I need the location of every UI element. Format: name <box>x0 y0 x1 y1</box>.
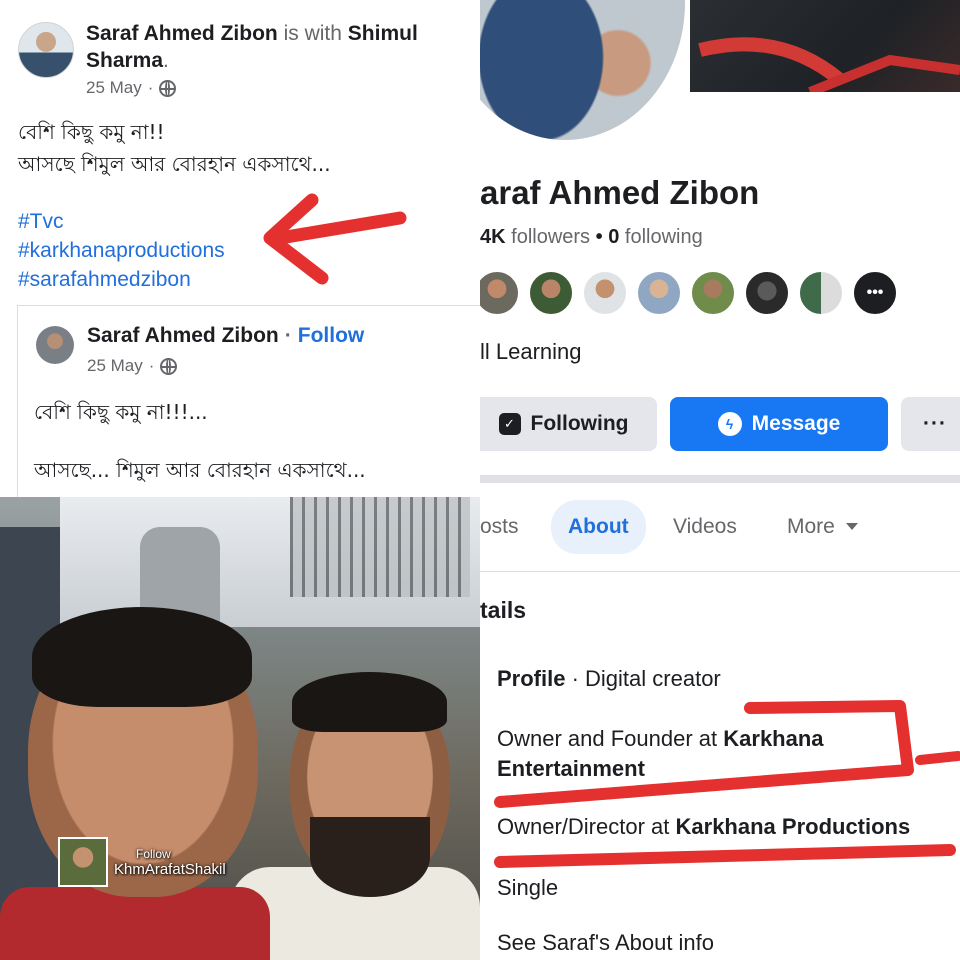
details-heading: tails <box>480 597 527 623</box>
tabs-underline <box>480 571 960 572</box>
header-period: . <box>163 49 169 72</box>
following-check-icon: ✓ <box>498 413 521 435</box>
followers-count: 4K <box>480 226 506 248</box>
following-label: following <box>624 226 703 248</box>
post-body: বেশি কিছু কমু না!! আসছে শিমুল আর বোরহান … <box>18 116 331 180</box>
shared-header-dot: · <box>284 324 292 347</box>
followers-dot: • <box>595 226 603 248</box>
follow-link[interactable]: Follow <box>298 324 365 347</box>
shared-post-card[interactable]: Saraf Ahmed Zibon · Follow 25 May · বেশি ক… <box>17 305 480 497</box>
post-date-text: 25 May <box>86 78 142 97</box>
friend-avatar[interactable] <box>636 270 682 316</box>
friend-avatar[interactable] <box>528 270 574 316</box>
shared-author-name[interactable]: Saraf Ahmed Zibon <box>87 324 279 347</box>
friend-avatar[interactable] <box>744 270 790 316</box>
photo-person-left-shirt <box>0 887 270 960</box>
hashtag-list: #Tvc #karkhanaproductions #sarafahmedzib… <box>18 207 225 294</box>
photo-person-left-hair <box>32 607 252 707</box>
tab-posts[interactable]: osts <box>480 500 519 554</box>
shared-text-line2: আসছে... শিমুল আর বোরহান একসাথে... <box>34 458 366 482</box>
selfie-photo: Follow KhmArafatShakil <box>0 497 480 960</box>
watermark-avatar <box>58 837 108 887</box>
cover-decoration <box>698 37 960 92</box>
followers-summary[interactable]: 4K followers • 0 following <box>480 226 703 249</box>
post-date[interactable]: 25 May · <box>86 78 177 98</box>
watermark-name: KhmArafatShakil <box>114 860 226 878</box>
post-text-line1: বেশি কিছু কমু না!! <box>18 120 165 144</box>
tab-about[interactable]: About <box>551 500 646 554</box>
detail-profile-value: · Digital creator <box>571 666 721 691</box>
following-count: 0 <box>608 226 620 248</box>
photo-fence <box>290 497 470 597</box>
message-button[interactable]: ϟ Message <box>670 397 888 451</box>
annotation-underline-icon <box>494 700 960 868</box>
profile-name: araf Ahmed Zibon <box>480 174 760 211</box>
messenger-icon: ϟ <box>717 412 742 436</box>
watermark-text: Follow KhmArafatShakil <box>114 847 226 878</box>
friend-avatar[interactable] <box>798 270 844 316</box>
profile-panel: araf Ahmed Zibon 4K followers • 0 follow… <box>480 0 960 960</box>
post-panel: Saraf Ahmed Zibon is with Shimul Sharma.… <box>0 0 480 497</box>
more-friends-button[interactable]: ••• <box>852 270 898 316</box>
tagged-name-second[interactable]: Sharma <box>86 49 163 72</box>
watermark-follow: Follow <box>136 846 171 861</box>
post-text-line2: আসছে শিমুল আর বোরহান একসাথে... <box>18 152 331 176</box>
followers-label: followers <box>511 226 591 248</box>
tab-more-label: More <box>787 515 835 538</box>
profile-tabs: osts About Videos More <box>480 500 960 556</box>
author-avatar[interactable] <box>18 22 74 78</box>
following-button-label: Following <box>530 412 629 435</box>
hashtag-link[interactable]: #karkhanaproductions <box>18 236 225 265</box>
watermark: Follow KhmArafatShakil <box>58 837 226 887</box>
shared-author-avatar[interactable] <box>36 326 74 364</box>
with-text: is with <box>283 22 342 45</box>
shared-post-date[interactable]: 25 May · <box>87 356 178 376</box>
more-options-button[interactable]: ··· <box>901 397 960 451</box>
section-divider <box>480 475 960 483</box>
hashtag-link[interactable]: #Tvc <box>18 207 225 236</box>
mutual-friends-row: ••• <box>480 270 898 316</box>
globe-icon <box>160 357 178 375</box>
tab-about-label: About <box>568 515 629 538</box>
photo-person-right-hair <box>292 672 447 732</box>
detail-profile-label: Profile <box>497 666 566 691</box>
photo-person-right-beard <box>310 817 430 897</box>
tab-videos-label: Videos <box>673 515 737 538</box>
globe-icon <box>159 79 177 97</box>
post-date-sep: · <box>147 78 154 97</box>
tab-posts-label: osts <box>480 515 519 538</box>
intro-text: ll Learning <box>480 339 582 364</box>
hashtag-link[interactable]: #sarafahmedzibon <box>18 265 225 294</box>
message-button-label: Message <box>751 412 841 435</box>
post-author-name[interactable]: Saraf Ahmed Zibon <box>86 22 278 45</box>
following-button[interactable]: ✓ Following <box>480 397 657 451</box>
shared-date-sep: · <box>148 356 155 375</box>
profile-picture[interactable] <box>480 0 690 145</box>
shared-post-header: Saraf Ahmed Zibon · Follow <box>87 324 364 348</box>
shared-text-line1: বেশি কিছু কমু না!!!... <box>34 400 208 424</box>
caret-down-icon <box>845 523 858 530</box>
see-about-info-link[interactable]: See Saraf's About info <box>497 928 714 958</box>
tagged-name-first[interactable]: Shimul <box>348 22 418 45</box>
more-options-label: ··· <box>923 412 947 435</box>
friend-avatar[interactable] <box>582 270 628 316</box>
annotation-arrow-icon <box>263 193 407 285</box>
shared-date-text: 25 May <box>87 356 143 375</box>
tab-videos[interactable]: Videos <box>673 500 737 554</box>
friend-avatar[interactable] <box>690 270 736 316</box>
friend-avatar[interactable] <box>480 270 520 316</box>
post-header: Saraf Ahmed Zibon is with Shimul Sharma. <box>86 20 466 74</box>
tab-more[interactable]: More <box>787 500 859 554</box>
